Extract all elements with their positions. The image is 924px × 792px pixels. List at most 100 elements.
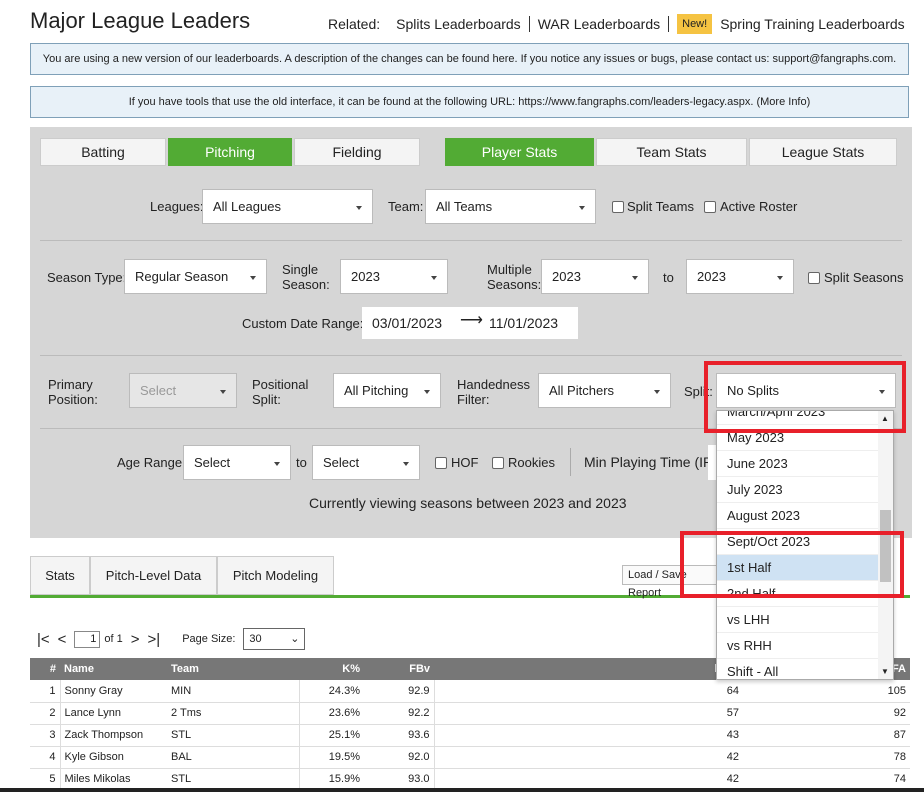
prev-page-icon[interactable]: < bbox=[58, 631, 67, 648]
chevron-down-icon: ⌄ bbox=[290, 633, 300, 645]
table-row: 3 Zack Thompson STL 25.1% 93.6 43 87 bbox=[30, 724, 910, 747]
handedness-label: Handedness Filter: bbox=[457, 377, 530, 407]
cell-Name[interactable]: Zack Thompson bbox=[60, 724, 167, 747]
last-page-icon[interactable]: >| bbox=[148, 631, 161, 648]
cell-FA: 92 bbox=[743, 702, 910, 725]
divider bbox=[668, 16, 670, 32]
col-fbv[interactable]: FBv bbox=[364, 658, 434, 680]
tab-pitching[interactable]: Pitching bbox=[168, 138, 292, 166]
page-input[interactable]: 1 bbox=[74, 630, 101, 648]
next-page-icon[interactable]: > bbox=[131, 631, 140, 648]
leagues-select[interactable]: All Leagues bbox=[202, 189, 373, 224]
table-row: 4 Kyle Gibson BAL 19.5% 92.0 42 78 bbox=[30, 746, 910, 769]
split-option[interactable]: June 2023 bbox=[717, 451, 879, 477]
cell-Name[interactable]: Kyle Gibson bbox=[60, 746, 167, 769]
related-label: Related: bbox=[328, 16, 381, 32]
cell-Team: STL bbox=[167, 724, 300, 747]
war-leaderboards-link[interactable]: WAR Leaderboards bbox=[530, 16, 668, 32]
col-name[interactable]: Name bbox=[60, 658, 167, 680]
cell-#: 1 bbox=[30, 680, 61, 703]
split-option[interactable]: vs LHH bbox=[717, 607, 879, 633]
col-bots[interactable]: botS bbox=[434, 658, 743, 680]
tab-team-stats[interactable]: Team Stats bbox=[596, 138, 747, 166]
cell-botS: 57 bbox=[434, 702, 743, 725]
leagues-label: Leagues: bbox=[150, 199, 204, 214]
single-season-select[interactable]: 2023 bbox=[340, 259, 448, 294]
notice-new-version: You are using a new version of our leade… bbox=[30, 43, 909, 75]
spring-training-link[interactable]: Spring Training Leaderboards bbox=[712, 16, 912, 32]
cell-FA: 74 bbox=[743, 768, 910, 791]
tab-batting[interactable]: Batting bbox=[40, 138, 166, 166]
custom-date-label: Custom Date Range: bbox=[242, 316, 364, 331]
tab-player-stats[interactable]: Player Stats bbox=[445, 138, 594, 166]
date-from[interactable]: 03/01/2023 bbox=[372, 316, 442, 331]
active-roster-label: Active Roster bbox=[720, 199, 798, 214]
primary-position-label: Primary Position: bbox=[48, 377, 98, 407]
split-teams-label: Split Teams bbox=[627, 199, 694, 214]
tab-pitch-level-data[interactable]: Pitch-Level Data bbox=[90, 556, 217, 595]
page-size-value: 30 bbox=[249, 633, 262, 645]
col-k-pct[interactable]: K% bbox=[299, 658, 364, 680]
scroll-down-icon[interactable]: ▼ bbox=[881, 667, 889, 676]
season-type-label: Season Type: bbox=[47, 270, 127, 285]
cell-FBv: 93.0 bbox=[364, 768, 435, 791]
cell-Team: STL bbox=[167, 768, 300, 791]
hof-label: HOF bbox=[451, 455, 479, 470]
hof-checkbox[interactable] bbox=[435, 457, 447, 469]
notice-legacy: If you have tools that use the old inter… bbox=[30, 86, 909, 118]
season-to-select[interactable]: 2023 bbox=[686, 259, 794, 294]
cell-FBv: 93.6 bbox=[364, 724, 435, 747]
rookies-checkbox[interactable] bbox=[492, 457, 504, 469]
cell-FBv: 92.9 bbox=[364, 680, 435, 703]
split-option[interactable]: vs RHH bbox=[717, 633, 879, 659]
positional-split-select[interactable]: All Pitching bbox=[333, 373, 441, 408]
page-size-select[interactable]: 30 ⌄ bbox=[243, 628, 306, 650]
date-to[interactable]: 11/01/2023 bbox=[489, 316, 558, 331]
cell-FA: 87 bbox=[743, 724, 910, 747]
handedness-select[interactable]: All Pitchers bbox=[538, 373, 671, 408]
cell-FA: 78 bbox=[743, 746, 910, 769]
cell-K%: 19.5% bbox=[299, 746, 364, 769]
cell-FA: 105 bbox=[743, 680, 910, 703]
team-select[interactable]: All Teams bbox=[425, 189, 596, 224]
table-row: 5 Miles Mikolas STL 15.9% 93.0 42 74 bbox=[30, 768, 910, 791]
split-option[interactable]: July 2023 bbox=[717, 477, 879, 503]
split-option[interactable]: August 2023 bbox=[717, 503, 879, 529]
rookies-label: Rookies bbox=[508, 455, 555, 470]
cell-Name[interactable]: Sonny Gray bbox=[60, 680, 167, 703]
col-team[interactable]: Team bbox=[167, 658, 299, 680]
cell-K%: 25.1% bbox=[299, 724, 364, 747]
primary-position-select[interactable]: Select bbox=[129, 373, 237, 408]
cell-botS: 43 bbox=[434, 724, 743, 747]
season-from-select[interactable]: 2023 bbox=[541, 259, 649, 294]
viewing-text: Currently viewing seasons between 2023 a… bbox=[309, 495, 627, 511]
first-page-icon[interactable]: |< bbox=[37, 631, 50, 648]
split-teams-checkbox[interactable] bbox=[612, 201, 624, 213]
tab-pitch-modeling[interactable]: Pitch Modeling bbox=[217, 556, 334, 595]
tab-stats[interactable]: Stats bbox=[30, 556, 90, 595]
age-to-select[interactable]: Select bbox=[312, 445, 420, 480]
divider bbox=[40, 355, 902, 356]
active-roster-checkbox[interactable] bbox=[704, 201, 716, 213]
splits-leaderboards-link[interactable]: Splits Leaderboards bbox=[388, 16, 529, 32]
divider bbox=[570, 448, 571, 476]
season-type-select[interactable]: Regular Season bbox=[124, 259, 267, 294]
cell-Name[interactable]: Miles Mikolas bbox=[60, 768, 167, 791]
arrow-right-icon: ⟶ bbox=[460, 312, 483, 329]
split-seasons-checkbox[interactable] bbox=[808, 272, 820, 284]
divider bbox=[40, 240, 902, 241]
cell-Name[interactable]: Lance Lynn bbox=[60, 702, 167, 725]
split-option[interactable]: Shift - All bbox=[717, 659, 879, 679]
col-rank[interactable]: # bbox=[30, 658, 60, 680]
table-row: 1 Sonny Gray MIN 24.3% 92.9 64 105 bbox=[30, 680, 910, 703]
highlight-box-1st-half bbox=[680, 531, 904, 598]
tab-league-stats[interactable]: League Stats bbox=[749, 138, 897, 166]
age-from-select[interactable]: Select bbox=[183, 445, 291, 480]
cell-botS: 42 bbox=[434, 768, 743, 791]
new-badge: New! bbox=[677, 14, 713, 34]
min-playing-time-label: Min Playing Time (IP): bbox=[584, 454, 721, 470]
page-size-label: Page Size: bbox=[182, 633, 236, 645]
tab-fielding[interactable]: Fielding bbox=[294, 138, 420, 166]
bottom-bar bbox=[0, 788, 924, 792]
cell-FBv: 92.0 bbox=[364, 746, 435, 769]
